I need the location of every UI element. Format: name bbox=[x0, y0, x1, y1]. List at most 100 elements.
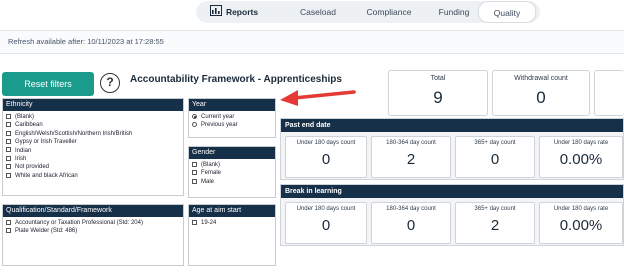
nav-reports[interactable]: Reports bbox=[204, 1, 264, 23]
year-option[interactable]: Current year bbox=[189, 113, 275, 121]
break-under-180-rate: Under 180 days rate 0.00% bbox=[539, 202, 623, 244]
refresh-text: Refresh available after: 10/11/2023 at 1… bbox=[8, 37, 164, 46]
ethnicity-option[interactable]: White and black African bbox=[3, 172, 183, 180]
break-under-180-count: Under 180 days count 0 bbox=[285, 202, 367, 244]
card-value: 0 bbox=[490, 151, 500, 168]
card-label: Under 180 days rate bbox=[553, 206, 609, 212]
checkbox-icon[interactable] bbox=[192, 161, 197, 167]
checkbox-icon[interactable] bbox=[6, 228, 11, 234]
past-end-365-count: 365+ day count 0 bbox=[455, 136, 535, 178]
option-label: Current year bbox=[201, 114, 235, 120]
qualification-filter-title: Qualification/Standard/Framework bbox=[3, 205, 183, 217]
ethnicity-option[interactable]: Not provided bbox=[3, 163, 183, 171]
kpi-total: Total 9 bbox=[388, 70, 488, 116]
card-label: 180-364 day count bbox=[386, 140, 436, 146]
kpi-withdrawal: Withdrawal count 0 bbox=[492, 70, 590, 116]
gender-filter: Gender (Blank) Female Male bbox=[188, 146, 276, 198]
main-nav: Reports Caseload Compliance Funding Qual… bbox=[196, 1, 540, 23]
radio-selected-icon[interactable] bbox=[192, 113, 197, 119]
nav-compliance[interactable]: Compliance bbox=[354, 1, 424, 23]
card-value: 0 bbox=[321, 217, 331, 234]
card-label: 365+ day count bbox=[474, 140, 516, 146]
card-value: 0.00% bbox=[559, 151, 603, 168]
option-label: Gypsy or Irish Traveller bbox=[15, 139, 77, 146]
break-365-count: 365+ day count 2 bbox=[455, 202, 535, 244]
checkbox-icon[interactable] bbox=[6, 172, 11, 178]
card-label: 365+ day count bbox=[474, 206, 516, 212]
option-label: (Blank) bbox=[201, 162, 221, 168]
option-label: Accountancy or Taxation Professional (St… bbox=[15, 220, 143, 226]
card-label: Under 180 days count bbox=[296, 206, 356, 212]
card-value: 0 bbox=[321, 151, 331, 168]
card-value: 2 bbox=[406, 151, 416, 168]
checkbox-icon[interactable] bbox=[192, 219, 197, 225]
checkbox-icon[interactable] bbox=[192, 170, 197, 176]
ethnicity-option[interactable]: English/Welsh/Scottish/Northern Irish/Br… bbox=[3, 130, 183, 138]
card-value: 0.00% bbox=[559, 217, 603, 234]
qualification-option[interactable]: Plate Welder (Std: 486) bbox=[3, 227, 183, 235]
checkbox-icon[interactable] bbox=[6, 113, 11, 119]
qualification-filter: Qualification/Standard/Framework Account… bbox=[2, 204, 184, 266]
age-filter-title: Age at aim start bbox=[189, 205, 275, 217]
year-filter: Year Current year Previous year bbox=[188, 98, 276, 138]
option-label: Indian bbox=[15, 147, 32, 154]
reports-icon bbox=[209, 2, 222, 24]
gender-filter-title: Gender bbox=[189, 147, 275, 159]
ethnicity-option[interactable]: Indian bbox=[3, 147, 183, 155]
option-label: Female bbox=[201, 170, 222, 177]
card-label: Under 180 days count bbox=[296, 140, 356, 146]
option-label: Irish bbox=[15, 155, 27, 162]
break-in-learning-section: Break in learning Under 180 days count 0… bbox=[280, 184, 624, 246]
year-option[interactable]: Previous year bbox=[189, 121, 275, 129]
past-end-date-section: Past end date Under 180 days count 0 180… bbox=[280, 118, 624, 180]
card-value: 2 bbox=[490, 217, 500, 234]
checkbox-icon[interactable] bbox=[6, 147, 11, 153]
ethnicity-option[interactable]: (Blank) bbox=[3, 113, 183, 121]
break-180-364-count: 180-364 day count 0 bbox=[371, 202, 451, 244]
kpi-total-value: 9 bbox=[433, 88, 443, 107]
checkbox-icon[interactable] bbox=[6, 130, 11, 136]
age-filter: Age at aim start 19-24 bbox=[188, 204, 276, 266]
nav-caseload[interactable]: Caseload bbox=[288, 1, 348, 23]
nav-funding[interactable]: Funding bbox=[426, 1, 482, 23]
qualification-option[interactable]: Accountancy or Taxation Professional (St… bbox=[3, 219, 183, 227]
kpi-partial-card bbox=[594, 70, 624, 116]
ethnicity-option[interactable]: Gypsy or Irish Traveller bbox=[3, 138, 183, 146]
kpi-withdrawal-label: Withdrawal count bbox=[514, 75, 568, 82]
nav-quality[interactable]: Quality bbox=[478, 1, 536, 23]
option-label: Previous year bbox=[201, 122, 238, 129]
checkbox-icon[interactable] bbox=[6, 164, 11, 170]
past-end-date-title: Past end date bbox=[281, 119, 623, 132]
card-value: 0 bbox=[406, 217, 416, 234]
checkbox-icon[interactable] bbox=[6, 155, 11, 161]
gender-option[interactable]: Female bbox=[189, 169, 275, 177]
year-filter-title: Year bbox=[189, 99, 275, 111]
refresh-bar: Refresh available after: 10/11/2023 at 1… bbox=[0, 30, 624, 54]
checkbox-icon[interactable] bbox=[6, 122, 11, 128]
gender-option[interactable]: (Blank) bbox=[189, 161, 275, 169]
ethnicity-filter-title: Ethnicity bbox=[3, 99, 183, 111]
card-label: 180-364 day count bbox=[386, 206, 436, 212]
option-label: (Blank) bbox=[15, 114, 35, 120]
card-label: Under 180 days rate bbox=[553, 140, 609, 146]
kpi-total-label: Total bbox=[430, 75, 446, 82]
option-label: Not provided bbox=[15, 164, 50, 171]
past-end-180-364-count: 180-364 day count 2 bbox=[371, 136, 451, 178]
break-in-learning-title: Break in learning bbox=[281, 185, 623, 198]
gender-option[interactable]: Male bbox=[189, 178, 275, 186]
help-icon[interactable]: ? bbox=[100, 73, 120, 93]
option-label: Plate Welder (Std: 486) bbox=[15, 228, 78, 235]
checkbox-icon[interactable] bbox=[6, 139, 11, 145]
kpi-withdrawal-value: 0 bbox=[536, 88, 546, 107]
reset-filters-button[interactable]: Reset filters bbox=[2, 72, 94, 96]
age-option[interactable]: 19-24 bbox=[189, 219, 275, 227]
radio-icon[interactable] bbox=[192, 122, 197, 128]
checkbox-icon[interactable] bbox=[192, 178, 197, 184]
checkbox-icon[interactable] bbox=[6, 219, 11, 225]
ethnicity-option[interactable]: Irish bbox=[3, 155, 183, 163]
option-label: English/Welsh/Scottish/Northern Irish/Br… bbox=[15, 130, 133, 137]
ethnicity-option[interactable]: Caribbean bbox=[3, 121, 183, 129]
option-label: White and black African bbox=[15, 172, 78, 179]
past-end-under-180-rate: Under 180 days rate 0.00% bbox=[539, 136, 623, 178]
top-bar: Reports Caseload Compliance Funding Qual… bbox=[0, 0, 624, 26]
